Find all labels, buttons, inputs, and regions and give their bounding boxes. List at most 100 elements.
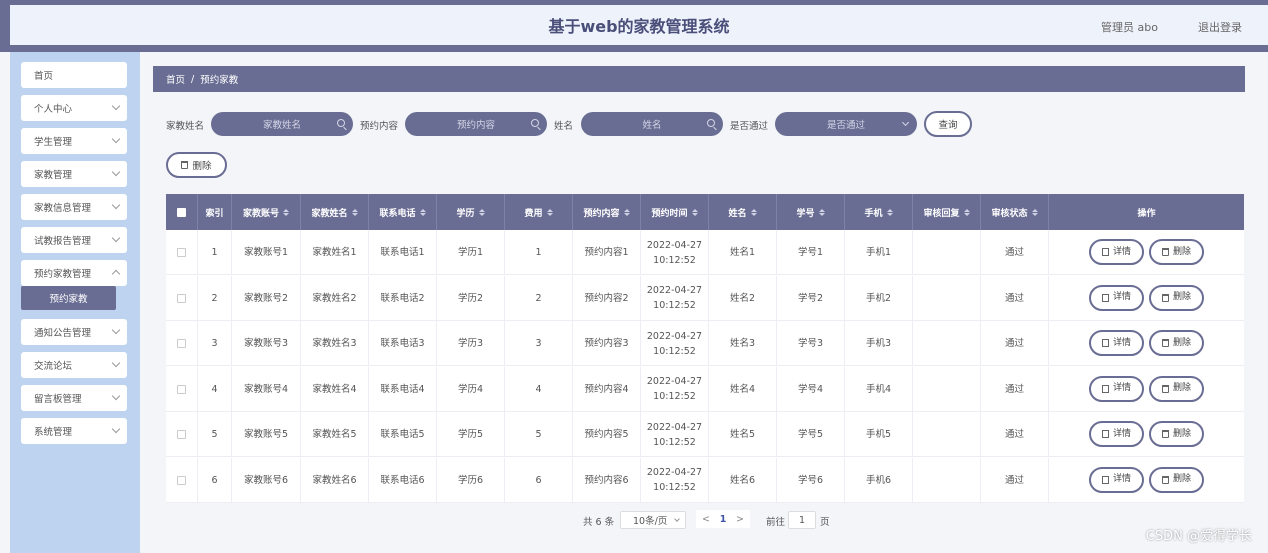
batch-delete-button[interactable]: 删除 [166, 152, 227, 178]
table-row: 1 家教账号1 家教姓名1 联系电话1 学历1 1 预约内容1 2022-04-27 10:12… [166, 230, 1244, 275]
prev-page-button[interactable]: < [702, 514, 710, 525]
trash-icon [1161, 248, 1169, 256]
sort-icon[interactable] [419, 208, 426, 216]
document-icon [1101, 339, 1109, 347]
search-button[interactable]: 查询 [924, 111, 972, 137]
chevron-down-icon [111, 358, 121, 368]
sidebar-item-personal-center[interactable]: 个人中心 [21, 95, 127, 121]
row-checkbox[interactable] [166, 457, 198, 503]
checkbox-icon [177, 430, 186, 439]
detail-button[interactable]: 详情 [1089, 375, 1144, 402]
column-header[interactable]: 联系电话 [369, 194, 437, 230]
sidebar-item-home[interactable]: 首页 [21, 62, 127, 88]
column-header[interactable]: 家教姓名 [301, 194, 369, 230]
cell-reply [913, 275, 981, 321]
cell-fee: 1 [505, 230, 573, 275]
filter-label-approved: 是否通过 [730, 121, 769, 132]
goto-page-input[interactable]: 1 [788, 511, 816, 529]
cell-fee: 6 [505, 457, 573, 503]
delete-button[interactable]: 删除 [1149, 421, 1204, 447]
sidebar-subitem-booking[interactable]: 预约家教 [21, 286, 116, 310]
breadcrumb-home[interactable]: 首页 [166, 72, 185, 86]
row-checkbox[interactable] [166, 412, 198, 457]
booking-content-placeholder: 预约内容 [456, 120, 495, 131]
sort-icon[interactable] [546, 208, 553, 216]
chevron-down-icon [111, 233, 121, 243]
sort-icon[interactable] [818, 208, 825, 216]
sidebar-item-messages[interactable]: 留言板管理 [21, 385, 127, 411]
detail-button[interactable]: 详情 [1089, 284, 1144, 311]
sidebar-item-trial-reports[interactable]: 试教报告管理 [21, 227, 127, 253]
column-header[interactable]: 审核回复 [913, 194, 981, 230]
delete-button[interactable]: 删除 [1149, 239, 1204, 265]
booking-content-input[interactable]: 预约内容 [405, 112, 547, 136]
row-checkbox[interactable] [166, 366, 198, 412]
delete-button[interactable]: 删除 [1149, 466, 1204, 493]
sidebar-item-label: 首页 [34, 71, 54, 82]
chevron-down-icon [901, 118, 910, 127]
column-header[interactable]: 家教账号 [232, 194, 301, 230]
detail-button-label: 详情 [1112, 383, 1131, 393]
cell-student: 姓名3 [709, 321, 777, 366]
main-content: 首页 / 预约家教 家教姓名 家教姓名 预约内容 预约内容 姓名 姓名 是否通过… [140, 52, 1268, 553]
sidebar-item-forum[interactable]: 交流论坛 [21, 352, 127, 378]
sort-icon[interactable] [283, 208, 289, 216]
filter-label-tutor-name: 家教姓名 [166, 121, 205, 132]
cell-index: 6 [198, 457, 232, 503]
sort-icon[interactable] [623, 208, 630, 216]
trash-icon [1161, 293, 1169, 302]
cell-phone: 联系电话6 [369, 457, 437, 503]
name-input[interactable]: 姓名 [581, 112, 723, 136]
detail-button[interactable]: 详情 [1089, 239, 1144, 265]
tutor-name-input[interactable]: 家教姓名 [211, 112, 353, 136]
cell-student: 姓名2 [709, 275, 777, 321]
approved-select[interactable]: 是否通过 [775, 112, 917, 136]
delete-button[interactable]: 删除 [1149, 330, 1204, 356]
detail-button[interactable]: 详情 [1089, 330, 1144, 356]
detail-button-label: 详情 [1112, 428, 1131, 439]
row-checkbox[interactable] [166, 230, 198, 275]
column-header[interactable]: 预约时间 [641, 194, 709, 230]
goto-page-value: 1 [798, 514, 806, 526]
column-header[interactable]: 姓名 [709, 194, 777, 230]
sort-icon[interactable] [963, 208, 970, 216]
sort-icon[interactable] [351, 208, 358, 216]
sidebar-item-tutor-info[interactable]: 家教信息管理 [21, 194, 127, 220]
logout-link[interactable]: 退出登录 [1198, 19, 1242, 35]
sort-icon[interactable] [691, 208, 698, 216]
sort-icon[interactable] [478, 208, 485, 216]
delete-button[interactable]: 删除 [1149, 284, 1204, 311]
cell-fee: 3 [505, 321, 573, 366]
sidebar-item-tutors[interactable]: 家教管理 [21, 161, 127, 187]
detail-button[interactable]: 详情 [1089, 421, 1144, 447]
page-number-current[interactable]: 1 [720, 514, 727, 525]
cell-date: 2022-04-27 [646, 330, 703, 342]
column-header[interactable]: 预约内容 [573, 194, 641, 230]
cell-phone: 联系电话4 [369, 366, 437, 412]
sidebar-item-students[interactable]: 学生管理 [21, 128, 127, 154]
cell-fee: 4 [505, 366, 573, 412]
column-header[interactable]: 手机 [845, 194, 913, 230]
row-checkbox[interactable] [166, 275, 198, 321]
column-header[interactable]: 学号 [777, 194, 845, 230]
detail-button[interactable]: 详情 [1089, 466, 1144, 493]
sort-icon[interactable] [1031, 208, 1038, 216]
sidebar-item-bookings[interactable]: 预约家教管理 [21, 260, 127, 286]
select-all-checkbox[interactable] [166, 194, 198, 230]
column-header[interactable]: 费用 [505, 194, 573, 230]
sort-icon[interactable] [750, 208, 757, 216]
sidebar-item-notices[interactable]: 通知公告管理 [21, 319, 127, 345]
header: 基于web的家教管理系统 管理员 abo 退出登录 [10, 5, 1268, 45]
next-page-button[interactable]: > [736, 514, 744, 525]
column-header[interactable]: 学历 [437, 194, 505, 230]
column-header[interactable]: 审核状态 [981, 194, 1049, 230]
delete-button[interactable]: 删除 [1149, 375, 1204, 402]
sort-icon[interactable] [886, 208, 893, 216]
cell-datetime: 2022-04-27 10:12:52 [641, 321, 709, 366]
row-checkbox[interactable] [166, 321, 198, 366]
cell-student: 姓名6 [709, 457, 777, 503]
sidebar-item-system[interactable]: 系统管理 [21, 418, 127, 444]
column-header-label: 审核状态 [991, 208, 1028, 219]
cell-sno: 学号5 [777, 412, 845, 457]
page-size-select[interactable]: 10条/页 [620, 511, 686, 529]
